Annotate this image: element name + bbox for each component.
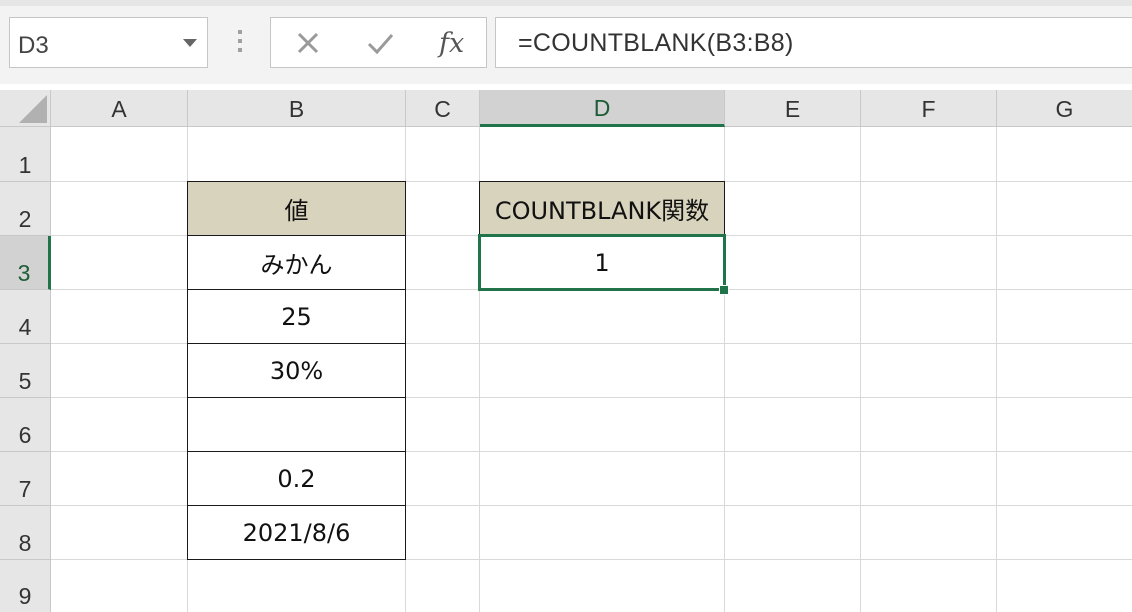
- formula-input[interactable]: =COUNTBLANK(B3:B8): [495, 17, 1132, 68]
- formula-buttons: fx: [270, 17, 487, 68]
- row-header-5-label: 5: [18, 368, 32, 394]
- row-header-2[interactable]: 2: [0, 182, 51, 236]
- cell-b6[interactable]: [187, 397, 406, 452]
- active-cell-selection[interactable]: [478, 234, 726, 291]
- formula-text[interactable]: =COUNTBLANK(B3:B8): [518, 29, 794, 58]
- name-box[interactable]: D3: [9, 17, 208, 68]
- enter-icon[interactable]: [365, 28, 395, 58]
- row-header-3[interactable]: 3: [0, 236, 51, 290]
- row-header-7[interactable]: 7: [0, 452, 51, 506]
- row-header-9-label: 9: [18, 583, 32, 609]
- cell-b4[interactable]: 25: [187, 289, 406, 344]
- row-header-6-label: 6: [18, 422, 32, 448]
- row-header-1-label: 1: [18, 152, 32, 178]
- column-header-a[interactable]: A: [51, 90, 188, 127]
- row-header-1[interactable]: 1: [0, 127, 51, 182]
- row-header-4-label: 4: [18, 314, 32, 340]
- column-header-e[interactable]: E: [725, 90, 861, 127]
- row-header-9[interactable]: 9: [0, 560, 51, 612]
- cell-b3[interactable]: みかん: [187, 235, 406, 290]
- column-header-b[interactable]: B: [188, 90, 406, 127]
- row-header-8-label: 8: [18, 530, 32, 556]
- gridline: [860, 127, 861, 612]
- cell-b5[interactable]: 30%: [187, 343, 406, 398]
- chevron-down-icon[interactable]: [183, 39, 197, 47]
- column-header-d[interactable]: D: [480, 90, 725, 127]
- row-header-3-label: 3: [17, 260, 31, 286]
- cell-b2[interactable]: 値: [187, 181, 406, 236]
- column-header-c[interactable]: C: [406, 90, 480, 127]
- row-header-2-label: 2: [18, 206, 32, 232]
- row-header-5[interactable]: 5: [0, 344, 51, 398]
- column-header-f[interactable]: F: [861, 90, 997, 127]
- row-header-8[interactable]: 8: [0, 506, 51, 560]
- insert-function-icon[interactable]: fx: [439, 28, 464, 59]
- cell-d2[interactable]: COUNTBLANK関数: [479, 181, 725, 236]
- gridline: [996, 127, 997, 612]
- fill-handle[interactable]: [719, 285, 729, 295]
- row-header-6[interactable]: 6: [0, 398, 51, 452]
- cancel-icon[interactable]: [293, 28, 323, 58]
- formula-bar-area: D3 fx =COUNTBLANK(B3:B8): [0, 6, 1132, 84]
- column-header-g[interactable]: G: [997, 90, 1132, 127]
- drag-handle-icon[interactable]: [232, 30, 248, 58]
- row-header-4[interactable]: 4: [0, 290, 51, 344]
- select-all-triangle-icon: [19, 95, 47, 123]
- cell-b8[interactable]: 2021/8/6: [187, 505, 406, 560]
- select-all-button[interactable]: [0, 90, 51, 127]
- row-header-7-label: 7: [18, 476, 32, 502]
- cell-b7[interactable]: 0.2: [187, 451, 406, 506]
- name-box-value[interactable]: D3: [18, 32, 49, 60]
